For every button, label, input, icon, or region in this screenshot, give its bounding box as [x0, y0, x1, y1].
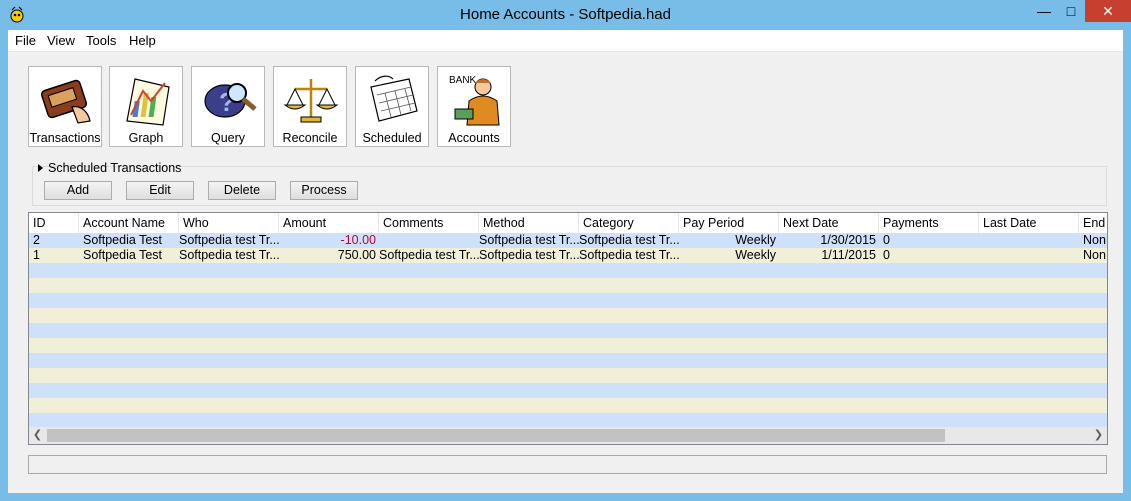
cell-last-date — [979, 233, 1079, 248]
expand-triangle-icon — [38, 164, 43, 172]
client-area: File View Tools Help Transactions Graph — [8, 30, 1123, 493]
scheduled-header-label: Scheduled Transactions — [48, 161, 182, 175]
empty-row — [29, 413, 1107, 428]
scroll-right-icon[interactable]: ❯ — [1090, 427, 1107, 444]
empty-row — [29, 398, 1107, 413]
query-icon: ? — [204, 83, 257, 118]
transactions-button[interactable]: Transactions — [28, 66, 102, 147]
cell-payments: 0 — [883, 248, 890, 262]
cell-payments: 0 — [883, 233, 890, 247]
cell-method: Softpedia test Tr... — [479, 248, 579, 262]
accounts-button[interactable]: BANK Accounts — [437, 66, 511, 147]
query-label: Query — [210, 131, 246, 145]
empty-row — [29, 308, 1107, 323]
table-row[interactable]: 2 Softpedia Test Softpedia test Tr... -1… — [29, 233, 1107, 248]
reconcile-label: Reconcile — [282, 131, 338, 145]
cell-who: Softpedia test Tr... — [179, 233, 279, 247]
close-button[interactable]: ✕ — [1085, 0, 1131, 22]
scales-icon — [283, 79, 339, 123]
empty-row — [29, 278, 1107, 293]
scheduled-label: Scheduled — [362, 131, 422, 145]
add-button[interactable]: Add — [44, 181, 112, 200]
reconcile-button[interactable]: Reconcile — [273, 66, 347, 147]
column-header-payments[interactable]: Payments — [879, 213, 979, 233]
bank-icon: BANK — [449, 75, 500, 126]
menu-file[interactable]: File — [15, 33, 36, 48]
scheduled-button[interactable]: Scheduled — [355, 66, 429, 147]
column-header-category[interactable]: Category — [579, 213, 679, 233]
menu-bar: File View Tools Help — [8, 30, 1123, 52]
menu-view[interactable]: View — [47, 33, 75, 48]
cell-id: 2 — [33, 233, 40, 247]
column-header-who[interactable]: Who — [179, 213, 279, 233]
cell-category: Softpedia test Tr... — [579, 248, 679, 262]
app-window: Home Accounts - Softpedia.had — □ ✕ File… — [0, 0, 1131, 501]
scroll-left-icon[interactable]: ❮ — [29, 427, 46, 444]
cell-next-date: 1/11/2015 — [821, 248, 876, 262]
empty-row — [29, 323, 1107, 338]
menu-help[interactable]: Help — [129, 33, 156, 48]
cell-next-date: 1/30/2015 — [820, 233, 876, 247]
delete-button[interactable]: Delete — [208, 181, 276, 200]
column-header-method[interactable]: Method — [479, 213, 579, 233]
accounts-label: Accounts — [448, 131, 500, 145]
bank-text: BANK — [449, 75, 477, 86]
cell-last-date — [979, 248, 1079, 263]
maximize-button[interactable]: □ — [1058, 0, 1084, 22]
edit-button[interactable]: Edit — [126, 181, 194, 200]
column-header-end[interactable]: End — [1079, 213, 1107, 233]
cell-amount: 750.00 — [337, 248, 376, 262]
cell-who: Softpedia test Tr... — [179, 248, 279, 262]
wallet-icon — [40, 79, 91, 124]
graph-button[interactable]: Graph — [109, 66, 183, 147]
empty-row — [29, 338, 1107, 353]
horizontal-scrollbar[interactable]: ❮ ❯ — [29, 427, 1107, 444]
cell-category: Softpedia test Tr... — [579, 233, 679, 247]
empty-row — [29, 368, 1107, 383]
cell-account-name: Softpedia Test — [83, 233, 162, 247]
calendar-icon — [370, 75, 418, 122]
table-row[interactable]: 1 Softpedia Test Softpedia test Tr... 75… — [29, 248, 1107, 263]
cell-comments — [375, 233, 479, 248]
column-header-amount[interactable]: Amount — [279, 213, 379, 233]
empty-row — [29, 383, 1107, 398]
window-title: Home Accounts - Softpedia.had — [460, 6, 671, 23]
empty-row — [29, 263, 1107, 278]
graph-icon — [126, 78, 170, 126]
graph-label: Graph — [128, 131, 164, 145]
cell-end: Non — [1083, 233, 1106, 247]
empty-row — [29, 293, 1107, 308]
title-bar: Home Accounts - Softpedia.had — □ ✕ — [0, 0, 1131, 30]
status-bar — [28, 455, 1107, 474]
process-button[interactable]: Process — [290, 181, 358, 200]
cell-id: 1 — [33, 248, 40, 262]
grid-header: ID Account Name Who Amount Comments Meth… — [29, 213, 1107, 233]
column-header-account-name[interactable]: Account Name — [79, 213, 179, 233]
cell-method: Softpedia test Tr... — [479, 233, 579, 247]
cell-pay-period: Weekly — [735, 248, 776, 262]
column-header-next-date[interactable]: Next Date — [779, 213, 879, 233]
cell-comments: Softpedia test Tr... — [379, 248, 479, 262]
column-header-comments[interactable]: Comments — [379, 213, 479, 233]
column-header-last-date[interactable]: Last Date — [979, 213, 1079, 233]
query-button[interactable]: ? Query — [191, 66, 265, 147]
column-header-id[interactable]: ID — [29, 213, 79, 233]
minimize-button[interactable]: — — [1030, 0, 1058, 22]
scrollbar-thumb[interactable] — [47, 429, 945, 442]
cell-account-name: Softpedia Test — [83, 248, 162, 262]
column-header-pay-period[interactable]: Pay Period — [679, 213, 779, 233]
cell-pay-period: Weekly — [735, 233, 776, 247]
menu-tools[interactable]: Tools — [86, 33, 116, 48]
scheduled-transactions-grid[interactable]: ID Account Name Who Amount Comments Meth… — [28, 212, 1108, 445]
cell-end: Non — [1083, 248, 1106, 262]
scheduled-expander[interactable]: Scheduled Transactions — [38, 161, 181, 175]
empty-row — [29, 353, 1107, 368]
transactions-label: Transactions — [29, 131, 101, 145]
cell-amount: -10.00 — [340, 233, 376, 247]
